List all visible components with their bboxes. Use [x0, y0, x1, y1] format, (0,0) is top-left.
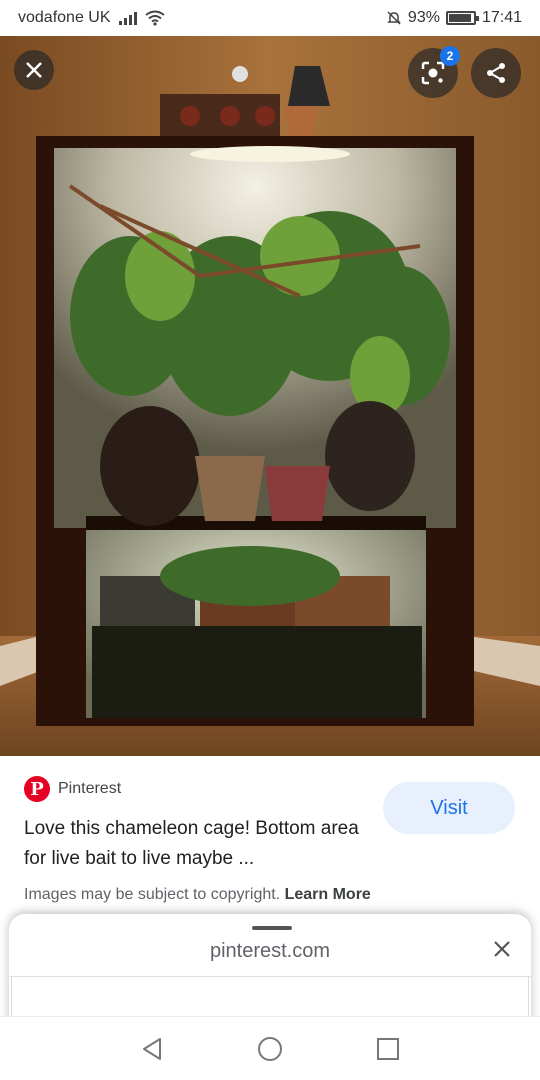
back-triangle-icon — [143, 1037, 161, 1060]
sheet-url: pinterest.com — [209, 940, 331, 962]
system-nav-bar — [0, 1016, 540, 1080]
back-button[interactable] — [137, 1034, 167, 1064]
drag-handle[interactable] — [252, 926, 292, 930]
battery-fill — [448, 14, 472, 22]
pinterest-logo-icon: P — [24, 776, 50, 802]
result-image[interactable]: 2 — [0, 36, 540, 756]
result-info: P Pinterest Love this chameleon cage! Bo… — [0, 756, 540, 916]
visit-button[interactable]: Visit — [383, 782, 515, 834]
battery-icon — [445, 11, 479, 25]
recents-square-icon — [377, 1037, 399, 1060]
recents-button[interactable] — [373, 1034, 403, 1064]
status-left: vodafone UK — [18, 9, 165, 27]
status-right: 93% 17:41 — [386, 9, 522, 27]
lens-badge: 2 — [440, 46, 460, 66]
chameleon-cage-photo — [0, 36, 540, 756]
clock: 17:41 — [481, 9, 522, 26]
home-button[interactable] — [255, 1034, 285, 1064]
share-button[interactable] — [471, 48, 521, 98]
lens-button[interactable]: 2 — [408, 46, 460, 98]
close-button[interactable] — [14, 50, 54, 90]
wifi-icon — [144, 10, 165, 26]
source-name: Pinterest — [58, 780, 122, 797]
result-caption[interactable]: Love this chameleon cage! Bottom area fo… — [24, 814, 364, 874]
battery-percent: 93% — [407, 9, 440, 26]
learn-more-link[interactable]: Learn More — [285, 886, 371, 903]
close-icon — [26, 62, 42, 78]
source-row[interactable]: P Pinterest — [24, 776, 121, 802]
share-icon — [487, 63, 505, 83]
sheet-close-button[interactable] — [487, 934, 517, 964]
close-icon — [494, 941, 510, 957]
copyright-notice: Images may be subject to copyright. Lear… — [24, 886, 371, 904]
carrier-name: vodafone UK — [18, 9, 111, 26]
home-circle-icon — [258, 1036, 282, 1061]
mute-bell-icon — [387, 11, 401, 25]
signal-icon — [118, 11, 137, 25]
copyright-text: Images may be subject to copyright. — [24, 886, 281, 903]
lens-icon — [421, 61, 445, 85]
status-bar: vodafone UK 93% 17:41 — [0, 0, 540, 36]
